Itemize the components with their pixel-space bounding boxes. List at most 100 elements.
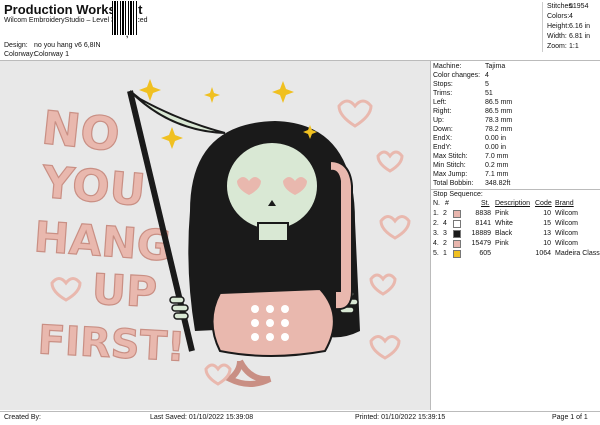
stat-colors: Colors: 4 — [543, 12, 600, 22]
barcode — [112, 1, 138, 35]
seq-n: 5. — [433, 250, 439, 257]
info-value: 7.1 mm — [485, 171, 509, 178]
stat-label: Height: — [547, 23, 570, 30]
stat-value: 4 — [569, 13, 573, 20]
seq-brand: Madeira Classic 40 — [555, 250, 600, 257]
info-label: Trims: — [433, 90, 453, 97]
stats-box: Stitches: 51954 Colors: 4 Height: 6.16 in W… — [542, 2, 600, 52]
lettering-line-2: YOU — [39, 157, 147, 217]
stat-label: Colors: — [547, 13, 570, 20]
sequence-row: 3. 3 18889 Black 13 Wilcom — [431, 229, 600, 239]
seq-num: 1 — [443, 250, 447, 257]
seq-brand: Wilcom — [555, 210, 578, 217]
stat-value: 51954 — [569, 3, 589, 10]
stat-label: Width: — [547, 33, 567, 40]
col-brand: Brand — [555, 200, 574, 207]
stat-value: 6.16 in — [569, 23, 591, 30]
stat-stitches: Stitches: 51954 — [543, 2, 600, 12]
stat-value: 6.81 in — [569, 33, 591, 40]
seq-n: 3. — [433, 230, 439, 237]
stat-value: 1:1 — [569, 43, 579, 50]
footer: Created By: Last Saved: 01/10/2022 15:39… — [0, 411, 600, 425]
info-label: Total Bobbin: — [433, 180, 474, 187]
info-value: 0.00 in — [485, 144, 507, 151]
info-value: 86.5 mm — [485, 108, 513, 115]
seq-num: 2 — [443, 210, 447, 217]
info-label: Max Stitch: — [433, 153, 468, 160]
seq-description: Pink — [495, 210, 509, 217]
machine-info-panel: Machine: Tajima Color changes: 4 Stops: 5 T… — [430, 61, 600, 410]
info-value: 78.2 mm — [485, 126, 513, 133]
col-code: Code — [535, 200, 552, 207]
sequence-title-text: Stop Sequence: — [433, 191, 483, 198]
lettering-line-3: HANG — [32, 212, 172, 270]
info-value: 7.0 mm — [485, 153, 509, 160]
printed-date: Printed: 01/10/2022 15:39:15 — [355, 414, 446, 421]
seq-num: 4 — [443, 220, 447, 227]
info-value: 5 — [485, 81, 489, 88]
info-label: Min Stitch: — [433, 162, 466, 169]
stat-width: Width: 6.81 in — [543, 32, 600, 42]
info-label: Left: — [433, 99, 447, 106]
embroidery-artwork: NO YOU HANG UP FIRST! — [32, 79, 411, 387]
info-value: 0.00 in — [485, 135, 507, 142]
seq-description: White — [495, 220, 513, 227]
seq-code: 1064 — [535, 250, 551, 257]
col-n: N. — [433, 200, 440, 207]
colorway-label: Colorway: — [4, 51, 36, 58]
lettering-line-4: UP — [91, 265, 158, 317]
info-value: 4 — [485, 72, 489, 79]
seq-brand: Wilcom — [555, 240, 578, 247]
seq-brand: Wilcom — [555, 220, 578, 227]
seq-num: 2 — [443, 240, 447, 247]
barcode-mark: , — [126, 30, 129, 39]
design-label: Design: — [4, 42, 28, 49]
seq-code: 10 — [543, 240, 551, 247]
seq-n: 2. — [433, 220, 439, 227]
info-label: Down: — [433, 126, 453, 133]
info-label: Up: — [433, 117, 444, 124]
sequence-row: 1. 2 8838 Pink 10 Wilcom — [431, 209, 600, 219]
info-label: Max Jump: — [433, 171, 468, 178]
seq-description: Pink — [495, 240, 509, 247]
last-saved: Last Saved: 01/10/2022 15:39:08 — [150, 414, 254, 421]
seq-stitches: 605 — [479, 250, 491, 257]
seq-code: 13 — [543, 230, 551, 237]
sequence-row: 2. 4 8141 White 15 Wilcom — [431, 219, 600, 229]
seq-stitches: 18889 — [471, 230, 491, 237]
sequence-header: N. # St. Description Code Brand — [431, 199, 600, 209]
info-label: EndX: — [433, 135, 453, 142]
seq-n: 1. — [433, 210, 439, 217]
seq-n: 4. — [433, 240, 439, 247]
info-label: Stops: — [433, 81, 453, 88]
seq-stitches: 15479 — [471, 240, 491, 247]
seq-code: 10 — [543, 210, 551, 217]
seq-description: Black — [495, 230, 513, 237]
page-number: Page 1 of 1 — [552, 414, 588, 421]
info-value: Tajima — [485, 63, 506, 70]
sequence-row: 5. 1 605 1064 Madeira Classic 40 — [431, 249, 600, 259]
col-num: # — [445, 200, 449, 207]
design-preview[interactable]: NO YOU HANG UP FIRST! — [0, 61, 430, 410]
info-label: Color changes: — [433, 72, 481, 79]
seq-brand: Wilcom — [555, 230, 578, 237]
info-value: 348.82ft — [485, 180, 511, 187]
lettering-line-1: NO — [39, 100, 122, 162]
seq-num: 3 — [443, 230, 447, 237]
stat-height: Height: 6.16 in — [543, 22, 600, 32]
info-label: Right: — [433, 108, 452, 115]
info-label: EndY: — [433, 144, 452, 151]
seq-stitches: 8838 — [475, 210, 491, 217]
col-description: Description — [495, 200, 531, 207]
colorway-value: Colorway 1 — [34, 51, 70, 58]
col-stitches: St. — [481, 200, 490, 207]
info-value: 51 — [485, 90, 493, 97]
seq-stitches: 8141 — [475, 220, 491, 227]
info-value: 86.5 mm — [485, 99, 513, 106]
stat-zoom: Zoom: 1:1 — [543, 42, 600, 52]
design-value: no you hang v6 6,8IN — [34, 42, 101, 49]
info-value: 0.2 mm — [485, 162, 509, 169]
seq-code: 15 — [543, 220, 551, 227]
created-by: Created By: — [4, 414, 41, 421]
sequence-row: 4. 2 15479 Pink 10 Wilcom — [431, 239, 600, 249]
